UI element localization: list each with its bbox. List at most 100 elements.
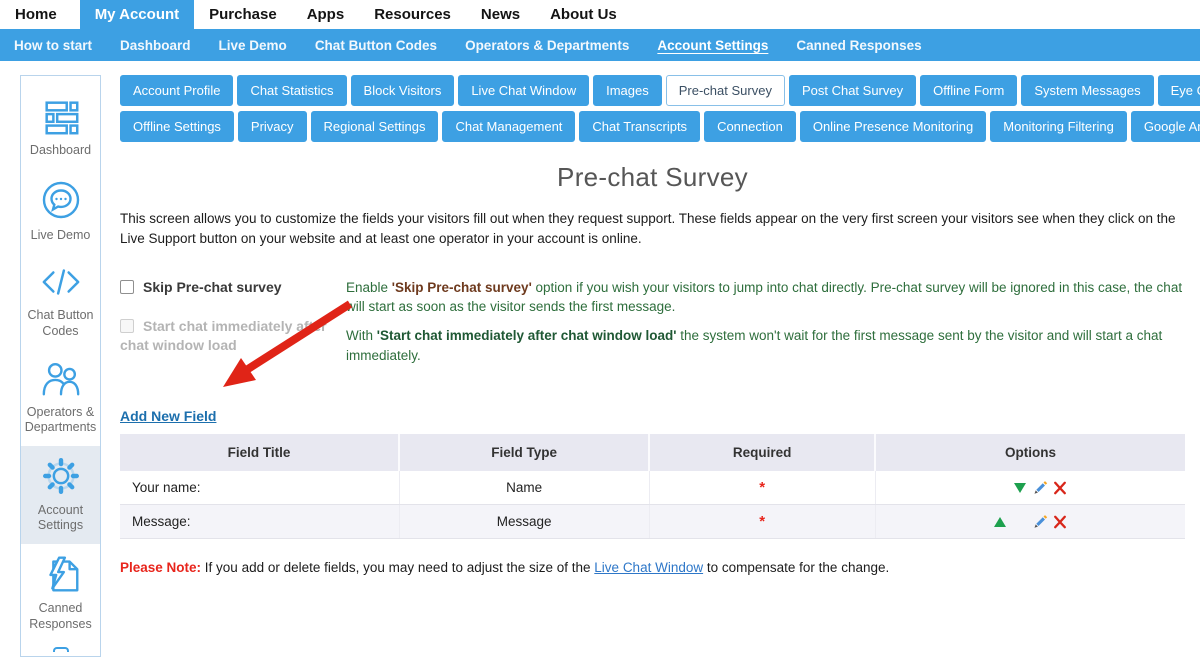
table-row: Your name: Name * xyxy=(120,471,1185,505)
subnav-dashboard[interactable]: Dashboard xyxy=(106,38,205,53)
move-up-button[interactable] xyxy=(993,515,1008,529)
sidebar-item-label: Canned Responses xyxy=(23,601,98,632)
tab-regional-settings[interactable]: Regional Settings xyxy=(311,111,439,142)
people-icon xyxy=(38,358,84,400)
table-row: Message: Message * xyxy=(120,505,1185,539)
sidebar-item-label: Chat Button Codes xyxy=(23,308,98,339)
nav-my-account[interactable]: My Account xyxy=(80,0,194,29)
tab-account-profile[interactable]: Account Profile xyxy=(120,75,233,106)
sidebar-item-label: Live Demo xyxy=(31,228,91,244)
tab-eye-catcher[interactable]: Eye Catcher xyxy=(1158,75,1200,106)
please-note: Please Note: If you add or delete fields… xyxy=(120,560,1185,575)
required-asterisk: * xyxy=(759,479,765,496)
prechat-fields-table: Field Title Field Type Required Options … xyxy=(120,434,1185,540)
settings-tabs-row-2: Offline Settings Privacy Regional Settin… xyxy=(120,111,1185,142)
sidebar-item-label: Dashboard xyxy=(30,143,91,159)
skip-prechat-option: Skip Pre-chat survey xyxy=(120,278,332,298)
sidebar-item-operators-departments[interactable]: Operators & Departments xyxy=(21,350,100,446)
dashboard-icon xyxy=(39,96,83,138)
delete-field-button[interactable] xyxy=(1053,481,1068,495)
col-header-options: Options xyxy=(875,434,1185,471)
nav-resources[interactable]: Resources xyxy=(359,0,466,29)
pencil-icon xyxy=(1033,514,1048,529)
table-header-row: Field Title Field Type Required Options xyxy=(120,434,1185,471)
live-demo-icon xyxy=(38,177,84,223)
start-help-highlight: 'Start chat immediately after chat windo… xyxy=(377,328,677,343)
col-header-required: Required xyxy=(649,434,875,471)
skip-prechat-checkbox[interactable] xyxy=(120,280,134,294)
intro-text: This screen allows you to customize the … xyxy=(120,209,1185,248)
tab-post-chat-survey[interactable]: Post Chat Survey xyxy=(789,75,916,106)
tab-chat-transcripts[interactable]: Chat Transcripts xyxy=(579,111,700,142)
subnav-canned-responses[interactable]: Canned Responses xyxy=(782,38,935,53)
survey-options: Skip Pre-chat survey Start chat immediat… xyxy=(120,278,1185,375)
subnav-live-demo[interactable]: Live Demo xyxy=(205,38,301,53)
nav-purchase[interactable]: Purchase xyxy=(194,0,292,29)
tab-block-visitors[interactable]: Block Visitors xyxy=(351,75,455,106)
start-immediately-option: Start chat immediately after chat window… xyxy=(120,317,332,356)
start-immediately-checkbox[interactable] xyxy=(120,319,134,333)
subnav-operators-departments[interactable]: Operators & Departments xyxy=(451,38,643,53)
account-nav: How to start Dashboard Live Demo Chat Bu… xyxy=(0,29,1200,61)
tab-online-presence-monitoring[interactable]: Online Presence Monitoring xyxy=(800,111,986,142)
sidebar-item-label: Account Settings xyxy=(23,503,98,534)
option-help-texts: Enable 'Skip Pre-chat survey' option if … xyxy=(332,278,1185,375)
row-options xyxy=(882,481,1179,495)
settings-tabs-row-1: Account Profile Chat Statistics Block Vi… xyxy=(120,75,1185,106)
tab-monitoring-filtering[interactable]: Monitoring Filtering xyxy=(990,111,1127,142)
tab-offline-form[interactable]: Offline Form xyxy=(920,75,1017,106)
subnav-account-settings[interactable]: Account Settings xyxy=(643,38,782,53)
partial-next-icon xyxy=(53,647,69,652)
tab-offline-settings[interactable]: Offline Settings xyxy=(120,111,234,142)
sidebar-item-account-settings[interactable]: Account Settings xyxy=(21,446,100,544)
live-chat-window-link[interactable]: Live Chat Window xyxy=(594,560,703,575)
tab-connection[interactable]: Connection xyxy=(704,111,796,142)
sidebar-item-label: Operators & Departments xyxy=(23,405,98,436)
main-nav: Home My Account Purchase Apps Resources … xyxy=(0,0,1200,29)
required-asterisk: * xyxy=(759,513,765,530)
tab-system-messages[interactable]: System Messages xyxy=(1021,75,1153,106)
pencil-icon xyxy=(1033,480,1048,495)
main-content: Account Profile Chat Statistics Block Vi… xyxy=(120,75,1185,575)
page-title: Pre-chat Survey xyxy=(120,162,1185,193)
tab-chat-management[interactable]: Chat Management xyxy=(442,111,575,142)
tab-google-analytics[interactable]: Google Analytics xyxy=(1131,111,1200,142)
add-new-field-link[interactable]: Add New Field xyxy=(120,408,216,424)
nav-home[interactable]: Home xyxy=(0,0,72,29)
edit-field-button[interactable] xyxy=(1033,481,1048,495)
nav-about-us[interactable]: About Us xyxy=(535,0,632,29)
field-type-cell: Message xyxy=(399,505,649,539)
subnav-how-to-start[interactable]: How to start xyxy=(0,38,106,53)
move-down-icon xyxy=(1014,483,1026,493)
sidebar-item-canned-responses[interactable]: Canned Responses xyxy=(21,544,100,642)
nav-apps[interactable]: Apps xyxy=(292,0,360,29)
option-checkboxes: Skip Pre-chat survey Start chat immediat… xyxy=(120,278,332,375)
tab-chat-statistics[interactable]: Chat Statistics xyxy=(237,75,346,106)
sidebar: Dashboard Live Demo Chat Button Codes xyxy=(20,75,101,657)
lightning-page-icon xyxy=(38,552,84,596)
subnav-chat-button-codes[interactable]: Chat Button Codes xyxy=(301,38,451,53)
delete-x-icon xyxy=(1053,481,1067,495)
skip-prechat-label: Skip Pre-chat survey xyxy=(143,279,282,295)
row-options xyxy=(882,515,1179,529)
please-note-label: Please Note: xyxy=(120,560,201,575)
skip-help-highlight: 'Skip Pre-chat survey' xyxy=(392,280,532,295)
field-title-cell: Your name: xyxy=(120,471,399,505)
sidebar-item-dashboard[interactable]: Dashboard xyxy=(21,88,100,169)
tab-privacy[interactable]: Privacy xyxy=(238,111,307,142)
sidebar-item-live-demo[interactable]: Live Demo xyxy=(21,169,100,254)
move-up-slot xyxy=(993,481,1008,495)
tab-pre-chat-survey[interactable]: Pre-chat Survey xyxy=(666,75,785,106)
edit-field-button[interactable] xyxy=(1033,515,1048,529)
field-type-cell: Name xyxy=(399,471,649,505)
tab-live-chat-window[interactable]: Live Chat Window xyxy=(458,75,589,106)
delete-field-button[interactable] xyxy=(1053,515,1068,529)
code-icon xyxy=(38,261,84,303)
sidebar-item-chat-button-codes[interactable]: Chat Button Codes xyxy=(21,253,100,349)
start-immediately-label: Start chat immediately after chat window… xyxy=(120,318,327,354)
tab-images[interactable]: Images xyxy=(593,75,662,106)
gear-icon xyxy=(38,454,84,498)
nav-news[interactable]: News xyxy=(466,0,535,29)
start-help-text: With 'Start chat immediately after chat … xyxy=(346,326,1185,364)
move-down-button[interactable] xyxy=(1013,481,1028,495)
